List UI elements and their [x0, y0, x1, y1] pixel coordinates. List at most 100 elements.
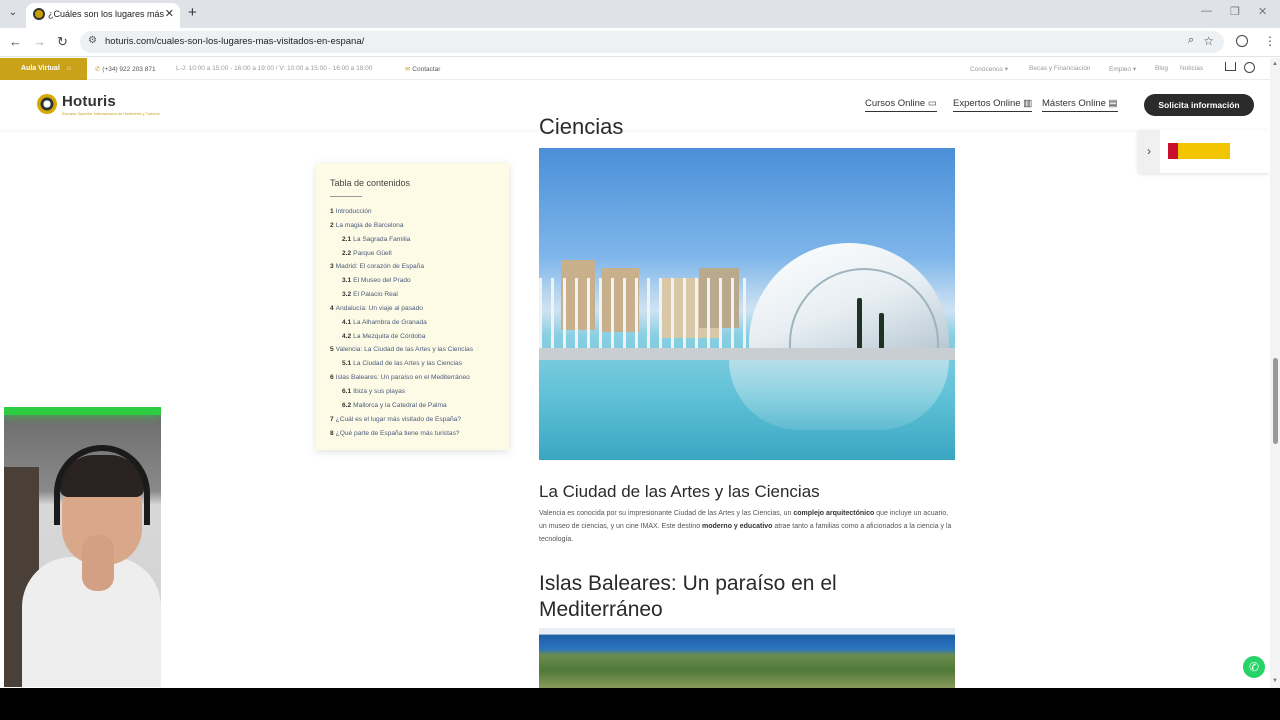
scrollbar-thumb[interactable]	[1273, 358, 1278, 444]
toc-item-label[interactable]: ¿Qué parte de España tiene más turistas?	[336, 430, 460, 437]
phone-icon: ✆	[95, 66, 101, 73]
close-tab-icon[interactable]: ✕	[165, 7, 174, 20]
toc-item-label[interactable]: La magia de Barcelona	[336, 222, 404, 229]
toc-item[interactable]: 7 ¿Cuál es el lugar más visitado de Españ…	[330, 413, 473, 427]
chevron-right-icon[interactable]: ›	[1138, 130, 1160, 173]
side-promo-panel[interactable]: ›	[1138, 130, 1270, 173]
toc-item-label[interactable]: Valencia: La Ciudad de las Artes y las C…	[336, 346, 473, 353]
toc-item[interactable]: 5.1 La Ciudad de las Artes y las Ciencias	[330, 357, 473, 371]
toc-item-number: 4.1	[342, 318, 352, 326]
minimize-icon[interactable]: —	[1201, 5, 1212, 17]
phone-item[interactable]: ✆ (+34) 922 203 871	[95, 65, 156, 73]
diploma-icon: ▤	[1108, 98, 1118, 109]
toc-item[interactable]: 3.2 El Palacio Real	[330, 288, 473, 302]
menu-masters-online[interactable]: Másters Online ▤	[1042, 98, 1118, 112]
logo-icon[interactable]	[37, 94, 57, 114]
menu-expertos-online[interactable]: Expertos Online ▥	[953, 98, 1033, 112]
toc-item-label[interactable]: Madrid: El corazón de España	[336, 263, 424, 270]
toc-item-label[interactable]: Ibiza y sus playas	[353, 388, 405, 395]
link-noticias[interactable]: Noticias	[1180, 65, 1203, 72]
site-info-icon[interactable]: ⚙	[88, 35, 97, 46]
toc-item[interactable]: 1 Introducción	[330, 205, 473, 219]
scroll-up-icon[interactable]: ▲	[1272, 61, 1278, 67]
toc-item[interactable]: 6 Islas Baleares: Un paraíso en el Medite…	[330, 371, 473, 385]
new-tab-button[interactable]: +	[188, 4, 197, 21]
logo-text[interactable]: Hoturis	[62, 93, 116, 110]
webcam-overlay	[4, 407, 161, 687]
menu-cursos-online[interactable]: Cursos Online ▭	[865, 98, 937, 112]
toc-item[interactable]: 4 Andalucía: Un viaje al pasado	[330, 302, 473, 316]
scroll-down-icon[interactable]: ▼	[1272, 678, 1278, 684]
toc-item[interactable]: 8 ¿Qué parte de España tiene más turistas…	[330, 427, 473, 441]
toc-item-label[interactable]: Andalucía: Un viaje al pasado	[336, 305, 423, 312]
toc-item-number: 6.1	[342, 387, 352, 395]
link-empleo[interactable]: Empleo ▾	[1109, 65, 1136, 73]
toc-item-label[interactable]: La Ciudad de las Artes y las Ciencias	[353, 360, 462, 367]
address-toolbar: ← → ↻ ⚙ hoturis.com/cuales-son-los-lugar…	[0, 28, 1280, 57]
toc-divider	[330, 196, 362, 197]
site-header: Hoturis Escuela Superior Internacional d…	[0, 80, 1270, 130]
close-window-icon[interactable]: ✕	[1258, 5, 1267, 18]
link-blog[interactable]: Blog	[1155, 65, 1168, 72]
toc-item[interactable]: 5 Valencia: La Ciudad de las Artes y las …	[330, 343, 473, 357]
toc-item[interactable]: 6.2 Mallorca y la Catedral de Palma	[330, 399, 473, 413]
reload-icon[interactable]: ↻	[57, 34, 68, 50]
ciudad-artes-ciencias-image	[539, 148, 955, 460]
section-title-ciudad-artes: La Ciudad de las Artes y las Ciencias	[539, 482, 820, 501]
toc-item[interactable]: 4.2 La Mezquita de Córdoba	[330, 330, 473, 344]
toc-item[interactable]: 2 La magia de Barcelona	[330, 219, 473, 233]
toc-item-label[interactable]: Islas Baleares: Un paraíso en el Mediter…	[336, 374, 470, 381]
utility-bar: Aula Virtual ⌂ ✆ (+34) 922 203 871 L-J: …	[0, 58, 1270, 80]
toc-item-number: 4.2	[342, 332, 352, 340]
solicita-informacion-button[interactable]: Solicita información	[1144, 94, 1254, 116]
browser-menu-icon[interactable]: ⋮	[1264, 34, 1276, 48]
toc-item[interactable]: 2.2 Parque Güell	[330, 247, 473, 261]
url-text[interactable]: hoturis.com/cuales-son-los-lugares-mas-v…	[105, 36, 364, 47]
toc-item-label[interactable]: El Palacio Real	[353, 291, 398, 298]
link-becas[interactable]: Becas y Financiación	[1029, 65, 1090, 72]
toc-item-number: 2	[330, 221, 334, 229]
toc-item-label[interactable]: El Museo del Prado	[353, 277, 411, 284]
toc-item-label[interactable]: Parque Güell	[353, 250, 392, 257]
profile-icon[interactable]	[1236, 35, 1248, 47]
hours-text: L-J: 10:00 a 15:00 - 16:00 a 19:00 / V: …	[176, 65, 373, 72]
islas-baleares-image	[539, 628, 955, 688]
toc-item[interactable]: 3 Madrid: El corazón de España	[330, 260, 473, 274]
link-conocenos[interactable]: Conócenos ▾	[970, 65, 1008, 73]
fundae-logo	[1234, 144, 1264, 158]
back-icon[interactable]: ←	[9, 34, 22, 49]
mail-icon: ✉	[405, 66, 411, 73]
toc-item-number: 6.2	[342, 401, 352, 409]
whatsapp-icon[interactable]: ✆	[1243, 656, 1265, 678]
contact-link[interactable]: ✉ Contactar	[405, 65, 440, 73]
toc-item-label[interactable]: La Alhambra de Granada	[353, 319, 427, 326]
forward-icon[interactable]: →	[33, 34, 46, 49]
zoom-icon[interactable]: ⌕	[1188, 34, 1194, 47]
toc-item[interactable]: 3.1 El Museo del Prado	[330, 274, 473, 288]
page: ⌄ ¿Cuáles son los lugares más visitados …	[0, 0, 1280, 720]
phone-text: (+34) 922 203 871	[102, 66, 156, 73]
aula-virtual-button[interactable]: Aula Virtual ⌂	[0, 58, 87, 80]
toc-item-label[interactable]: ¿Cuál es el lugar más visitado de España…	[336, 416, 461, 423]
toc-item-number: 3.1	[342, 277, 352, 285]
toc-item-label[interactable]: La Mezquita de Córdoba	[353, 333, 425, 340]
toc-item-number: 2.1	[342, 235, 352, 243]
toc-item[interactable]: 6.1 Ibiza y sus playas	[330, 385, 473, 399]
toc-item-label[interactable]: Mallorca y la Catedral de Palma	[353, 402, 446, 409]
toc-item-number: 1	[330, 208, 334, 215]
toc-title: Tabla de contenidos	[330, 178, 411, 188]
tab-search-icon[interactable]: ⌄	[6, 6, 20, 20]
browser-tab[interactable]: ¿Cuáles son los lugares más visitados en…	[26, 3, 180, 28]
toc-list: 1 Introducción 2 La magia de Barcelona 2.1 La…	[330, 205, 473, 440]
toc-item-label[interactable]: La Sagrada Familia	[353, 236, 410, 243]
toc-item-number: 5.1	[342, 360, 352, 368]
restore-icon[interactable]: ❐	[1230, 5, 1240, 18]
toc-item[interactable]: 4.1 La Alhambra de Granada	[330, 316, 473, 330]
url-bar[interactable]: ⚙ hoturis.com/cuales-son-los-lugares-mas…	[80, 31, 1224, 53]
cart-icon[interactable]	[1225, 62, 1236, 71]
toc-item-number: 5	[330, 346, 334, 354]
user-icon[interactable]	[1244, 62, 1255, 73]
toc-item[interactable]: 2.1 La Sagrada Familia	[330, 233, 473, 247]
bookmark-star-icon[interactable]: ☆	[1203, 34, 1214, 48]
toc-item-label[interactable]: Introducción	[336, 208, 372, 215]
